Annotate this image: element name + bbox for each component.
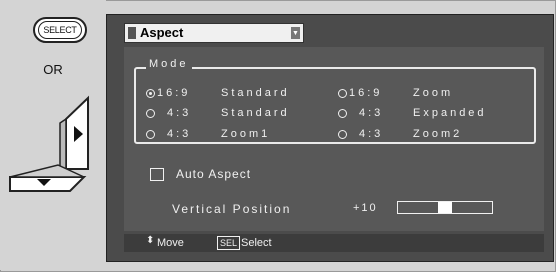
menu-title-bar[interactable]: Aspect ▼: [124, 23, 304, 43]
mode-group-legend: Mode: [146, 58, 192, 70]
option-aspect-4-3-zoom2: 4:3: [359, 128, 384, 140]
menu-title: Aspect: [140, 25, 184, 40]
aspect-menu: Aspect ▼ Mode 16:9 Standard 16:9 Zoom 4:…: [106, 14, 554, 262]
dropdown-arrow-icon[interactable]: ▼: [291, 27, 300, 39]
radio-4-3-standard[interactable]: [146, 109, 155, 118]
menu-footer: ⬍ Move SEL Select: [124, 234, 544, 252]
remote-arrow-keys-icon: [9, 95, 89, 192]
sel-key-badge: SEL: [217, 236, 241, 250]
option-aspect-16-9-standard: 16:9: [157, 87, 191, 99]
option-name-expanded: Expanded: [413, 107, 487, 119]
auto-aspect-label: Auto Aspect: [176, 167, 252, 181]
or-text: OR: [43, 62, 63, 77]
radio-4-3-zoom1[interactable]: [146, 130, 155, 139]
move-hint-label: Move: [157, 237, 184, 249]
title-grip-icon: [128, 27, 136, 39]
radio-4-3-expanded[interactable]: [338, 109, 347, 118]
auto-aspect-checkbox[interactable]: [150, 168, 164, 181]
option-name-zoom2: Zoom2: [413, 128, 463, 140]
remote-instructions-panel: SELECT OR: [0, 0, 106, 270]
vertical-position-label: Vertical Position: [172, 202, 292, 216]
option-name-standard: Standard: [221, 87, 290, 99]
mode-group-box: [134, 67, 536, 144]
up-down-arrows-icon: ⬍: [146, 235, 155, 246]
radio-4-3-zoom2[interactable]: [338, 130, 347, 139]
option-name-zoom: Zoom: [413, 87, 454, 99]
option-name-zoom1: Zoom1: [221, 128, 271, 140]
select-hint-label: Select: [241, 237, 272, 249]
select-button[interactable]: SELECT: [33, 17, 87, 43]
option-aspect-4-3-standard: 4:3: [167, 107, 192, 119]
vertical-position-slider-thumb[interactable]: [438, 202, 452, 213]
select-button-label: SELECT: [38, 21, 82, 39]
option-aspect-4-3-expanded: 4:3: [359, 107, 384, 119]
radio-16-9-standard[interactable]: [146, 89, 155, 98]
menu-panel: Mode 16:9 Standard 16:9 Zoom 4:3 Standar…: [124, 47, 544, 231]
vertical-position-slider[interactable]: [397, 201, 493, 214]
option-aspect-16-9-zoom: 16:9: [349, 87, 383, 99]
option-aspect-4-3-zoom1: 4:3: [167, 128, 192, 140]
option-name-standard-4-3: Standard: [221, 107, 290, 119]
right-key-side: [59, 117, 67, 175]
vertical-position-value: +10: [353, 202, 378, 214]
radio-16-9-zoom[interactable]: [338, 89, 347, 98]
